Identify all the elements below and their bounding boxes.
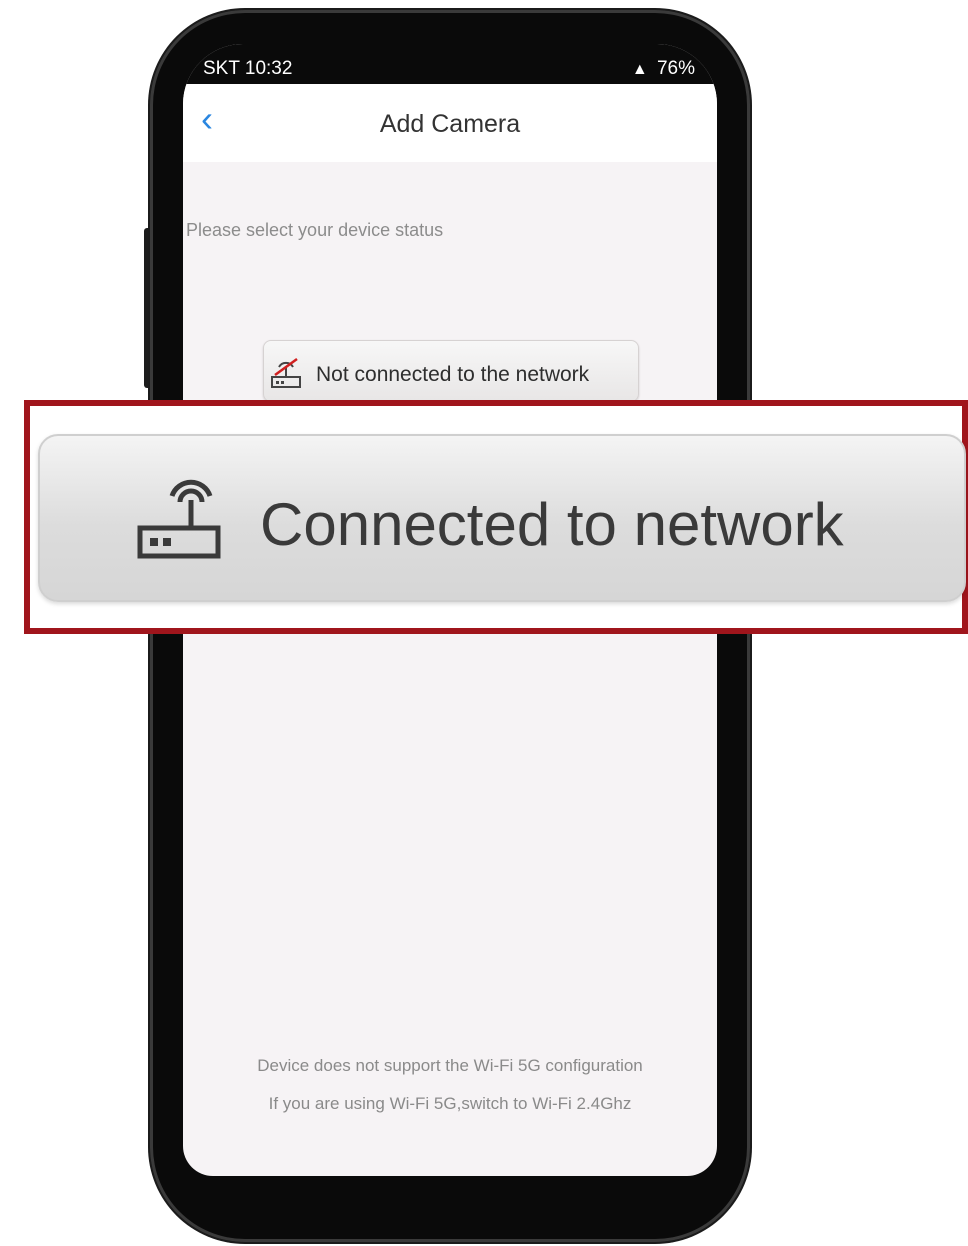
wifi-note-line2: If you are using Wi-Fi 5G,switch to Wi-F…	[268, 1094, 632, 1113]
connected-button[interactable]: Connected to network	[38, 434, 966, 602]
page-title: Add Camera	[379, 110, 521, 138]
not-connected-label: Not connected to the network	[316, 363, 590, 386]
wifi-note-line1: Device does not support the Wi-Fi 5G con…	[257, 1056, 643, 1075]
status-prompt: Please select your device status	[186, 220, 444, 240]
nav-bar: ‹ Add Camera	[183, 84, 717, 162]
router-wifi-icon	[137, 479, 221, 559]
status-time: SKT 10:32	[203, 58, 293, 79]
router-off-icon	[271, 357, 301, 388]
status-right: ▲ 76%	[632, 58, 695, 80]
battery-level: 76%	[656, 58, 695, 79]
signal-icon: ▲	[631, 61, 648, 78]
not-connected-button[interactable]: Not connected to the network	[263, 340, 639, 402]
connected-label: Connected to network	[260, 491, 844, 558]
